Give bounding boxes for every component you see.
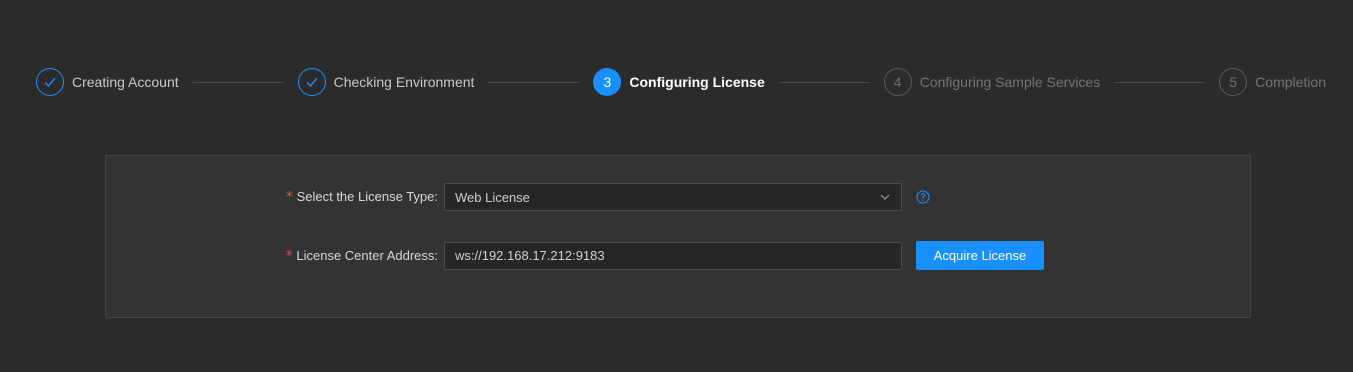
step-creating-account: Creating Account — [36, 68, 179, 96]
step-checking-environment: Checking Environment — [297, 68, 475, 96]
license-type-label: * Select the License Type: — [106, 189, 444, 205]
step-configuring-license: 3 Configuring License — [593, 68, 765, 96]
step-label: Configuring License — [629, 74, 765, 90]
step-number: 4 — [883, 68, 912, 96]
required-mark: * — [285, 248, 293, 264]
license-center-label-text: License Center Address: — [296, 247, 438, 263]
step-connector — [192, 81, 284, 83]
check-icon — [297, 68, 326, 96]
step-label: Configuring Sample Services — [919, 74, 1101, 90]
step-connector — [1114, 81, 1206, 83]
steps-bar: Creating Account Checking Environment 3 … — [36, 67, 1326, 97]
step-number: 3 — [593, 68, 622, 96]
step-number: 5 — [1219, 68, 1248, 96]
required-mark: * — [286, 190, 293, 205]
step-label: Checking Environment — [333, 74, 475, 90]
license-center-row: *License Center Address: Acquire License — [106, 241, 1044, 270]
license-center-address-input[interactable] — [444, 241, 902, 270]
license-center-label: * License Center Address: — [106, 248, 444, 264]
chevron-down-icon — [879, 191, 891, 203]
license-type-label-text: Select the License Type: — [296, 189, 438, 204]
license-type-select[interactable]: Web License — [444, 183, 902, 211]
step-configuring-sample-services: 4 Configuring Sample Services — [883, 68, 1101, 96]
step-connector — [488, 81, 580, 83]
check-icon — [36, 68, 64, 96]
license-form-panel: * Select the License Type: Web License * L… — [105, 155, 1251, 318]
step-label: Completion — [1255, 74, 1326, 90]
question-circle-icon[interactable] — [916, 190, 930, 204]
step-completion: 5 Completion — [1219, 68, 1326, 96]
step-label: Creating Account — [72, 74, 179, 90]
step-connector — [778, 81, 870, 83]
acquire-license-button[interactable]: Acquire License — [916, 241, 1044, 270]
license-type-value: Web License — [455, 189, 530, 205]
license-type-row: * Select the License Type: Web License — [106, 183, 930, 211]
